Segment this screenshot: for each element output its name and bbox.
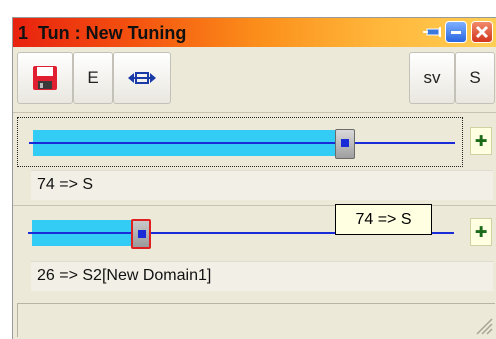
fit-width-icon [128,72,156,84]
fit-width-button[interactable] [113,52,171,104]
add-icon: ✚ [474,132,488,150]
sv-button[interactable]: sv [409,52,455,104]
add-icon: ✚ [474,223,488,241]
s-button[interactable]: S [455,52,495,104]
slider-label: 26 => S2[New Domain1] [31,261,493,291]
tuning-window: 1 Tun : New Tuning E sv S ✚ 74 => S ✚ 26… [12,17,496,339]
minimize-icon [451,31,461,34]
slider-track[interactable] [17,117,463,167]
slider-thumb[interactable] [131,219,151,249]
toolbar: E sv S [13,47,496,113]
minimize-button[interactable] [445,21,467,43]
close-button[interactable] [471,21,493,43]
slider-label: 74 => S [31,170,493,200]
value-tooltip: 74 => S [335,204,432,235]
pin-button[interactable] [422,21,444,43]
status-bar [17,303,495,337]
pin-icon [423,27,441,37]
slider-line [29,142,455,144]
title-bar[interactable]: 1 Tun : New Tuning [13,18,496,47]
add-button[interactable]: ✚ [470,127,492,155]
floppy-disk-icon [33,66,57,90]
slider-row: ✚ 74 => S [13,115,496,205]
slider-thumb[interactable] [335,129,355,159]
close-icon [475,25,489,39]
e-button[interactable]: E [73,52,113,104]
add-button[interactable]: ✚ [470,218,492,246]
resize-grip-icon[interactable] [473,315,493,335]
window-title: 1 Tun : New Tuning [18,23,187,43]
save-button[interactable] [17,52,73,104]
